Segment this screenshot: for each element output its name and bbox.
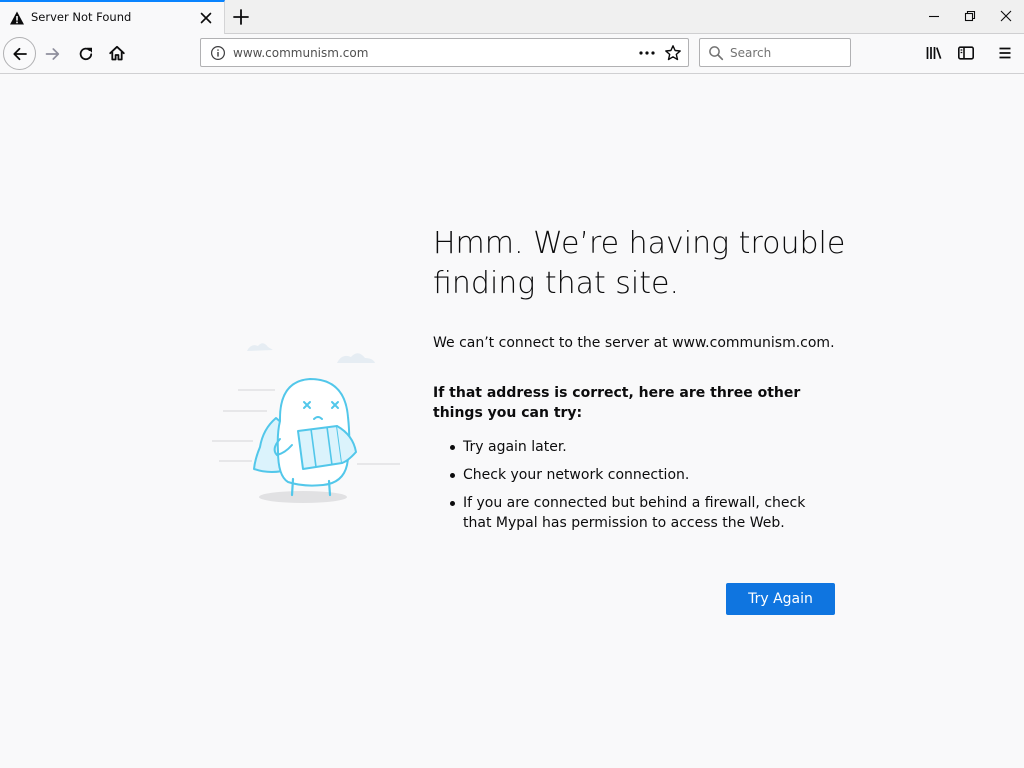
error-illustration [212, 343, 400, 503]
hamburger-menu-icon[interactable] [996, 44, 1014, 62]
minimize-icon[interactable] [926, 8, 942, 24]
home-icon[interactable] [108, 44, 126, 62]
forward-arrow-icon[interactable] [44, 45, 62, 63]
info-icon[interactable] [210, 45, 226, 61]
window-close-icon[interactable] [998, 8, 1014, 24]
tips-list: Try again later. Check your network conn… [433, 437, 833, 541]
list-item: Try again later. [433, 437, 833, 457]
library-icon[interactable] [925, 44, 943, 62]
search-icon [709, 46, 724, 61]
star-icon[interactable] [664, 44, 682, 62]
tab-server-not-found[interactable]: Server Not Found [0, 0, 225, 34]
tips-heading: If that address is correct, here are thr… [433, 385, 801, 421]
try-again-button[interactable]: Try Again [726, 583, 835, 615]
sidebar-icon[interactable] [957, 44, 975, 62]
error-description: We can’t connect to the server at www.co… [433, 335, 835, 351]
search-input[interactable] [730, 43, 842, 62]
tab-title: Server Not Found [31, 10, 132, 24]
search-bar[interactable] [699, 38, 851, 67]
warning-icon [10, 11, 24, 25]
error-page: Hmm. We’re having trouble finding that s… [0, 74, 1024, 768]
close-icon[interactable] [197, 9, 215, 27]
page-title: Hmm. We’re having trouble finding that s… [433, 226, 846, 301]
navigation-toolbar: www.communism.com [0, 34, 1024, 74]
url-text[interactable]: www.communism.com [233, 46, 368, 61]
restore-icon[interactable] [962, 8, 978, 24]
more-dots-icon[interactable] [638, 46, 656, 60]
list-item: If you are connected but behind a firewa… [433, 493, 833, 533]
tab-strip: Server Not Found [0, 0, 1024, 34]
back-arrow-icon [13, 47, 27, 61]
reload-icon[interactable] [77, 45, 95, 63]
list-item: Check your network connection. [433, 465, 833, 485]
back-button[interactable] [3, 37, 36, 70]
url-bar[interactable]: www.communism.com [200, 38, 689, 67]
plus-icon[interactable] [231, 7, 251, 27]
